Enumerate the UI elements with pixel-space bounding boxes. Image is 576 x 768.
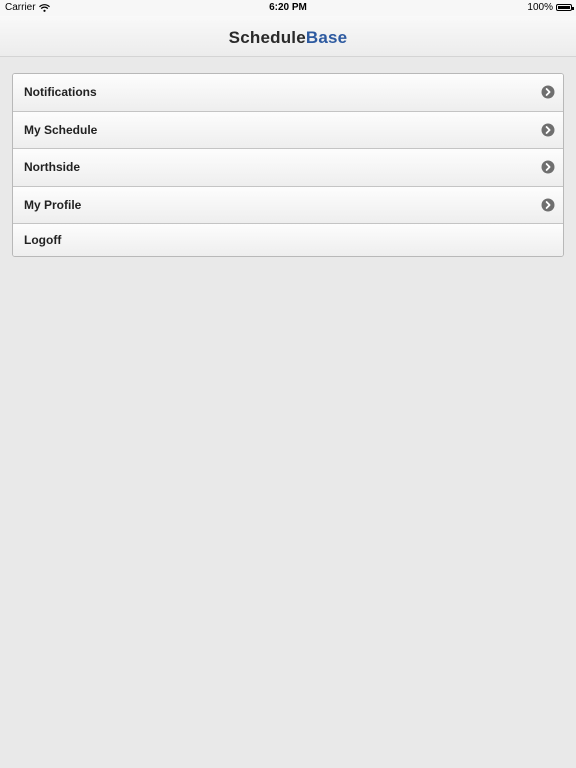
logo-text-base: Base — [305, 28, 348, 47]
chevron-right-circle-icon — [541, 160, 555, 174]
menu-item-my-schedule[interactable]: My Schedule — [13, 111, 563, 149]
logo-text-schedule: Schedule — [228, 28, 306, 47]
menu-item-notifications[interactable]: Notifications — [13, 74, 563, 112]
app-header: ScheduleBase — [0, 16, 576, 57]
status-bar: Carrier 6:20 PM 100% — [0, 0, 576, 16]
menu-item-label: My Profile — [24, 197, 82, 212]
menu-item-label: Notifications — [24, 85, 97, 100]
battery-group: 100% — [527, 2, 574, 13]
battery-icon — [556, 4, 574, 11]
menu-item-northside[interactable]: Northside — [13, 149, 563, 187]
app-logo: ScheduleBase — [229, 28, 348, 48]
menu-item-label: My Schedule — [24, 122, 98, 137]
menu-item-my-profile[interactable]: My Profile — [13, 186, 563, 224]
chevron-right-circle-icon — [541, 85, 555, 99]
chevron-right-circle-icon — [541, 198, 555, 212]
menu-item-logoff[interactable]: Logoff — [13, 224, 563, 256]
menu-item-label: Logoff — [24, 233, 62, 247]
battery-percent: 100% — [527, 2, 553, 13]
menu-item-label: Northside — [24, 160, 81, 175]
status-time: 6:20 PM — [269, 2, 307, 13]
chevron-right-circle-icon — [541, 123, 555, 137]
main-menu: Notifications My Schedule Northside My P… — [12, 73, 564, 257]
